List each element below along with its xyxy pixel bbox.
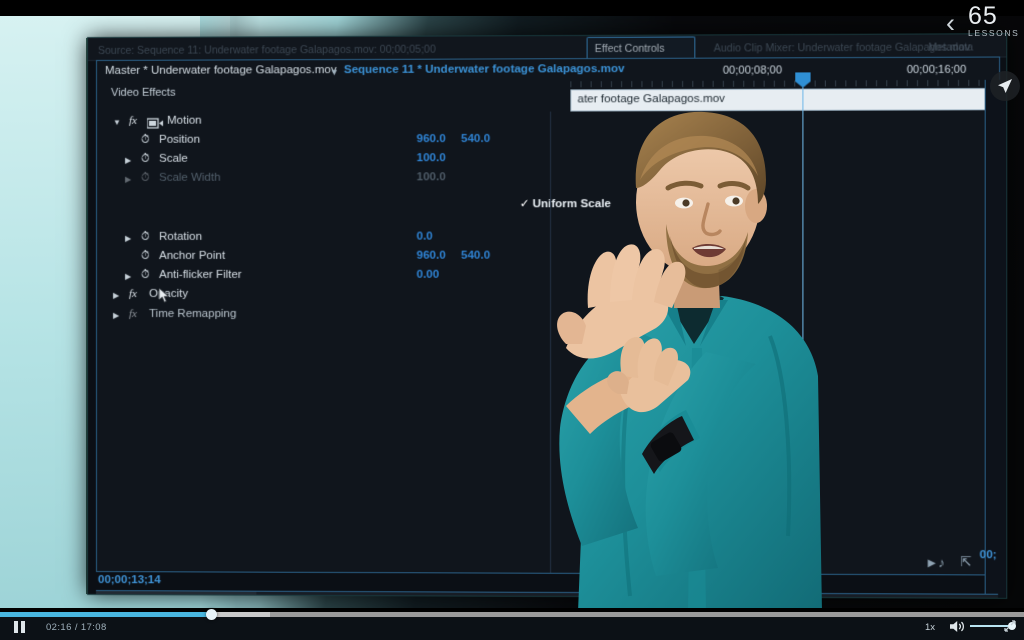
row-label: Position [159, 133, 201, 146]
fullscreen-button[interactable] [1004, 620, 1016, 635]
stopwatch-icon[interactable]: ⏱ [141, 250, 150, 263]
playback-speed-button[interactable]: 1x [925, 622, 935, 633]
right-timeline-strip [984, 79, 1007, 597]
lessons-badge[interactable]: ‹ 65 LESSONS [946, 2, 1018, 44]
thumb [557, 311, 586, 344]
lessons-count: 65 [968, 2, 998, 30]
disclosure-triangle-icon: ▶ [125, 174, 132, 184]
value[interactable]: 100.0 [417, 152, 446, 164]
time-display: 02:16 / 17:08 [46, 622, 107, 633]
value[interactable]: 0.00 [417, 269, 440, 281]
value-x[interactable]: 960.0 [417, 133, 446, 145]
volume-icon[interactable] [950, 620, 965, 636]
disclosure-triangle-icon[interactable]: ▼ [113, 118, 121, 127]
row-label: Anchor Point [159, 249, 226, 262]
disclosure-triangle-icon[interactable]: ▶ [113, 291, 119, 300]
player-controls: 02:16 / 17:08 1x [0, 609, 1024, 640]
progress-bar[interactable] [0, 609, 1024, 620]
disclosure-triangle-icon[interactable]: ▶ [125, 272, 131, 281]
mouse-cursor-icon [158, 286, 171, 304]
disclosure-triangle-icon[interactable]: ▶ [113, 311, 119, 320]
stopwatch-icon[interactable]: ⏱ [141, 269, 150, 282]
chevron-left-icon: ‹ [946, 8, 955, 38]
lessons-label: LESSONS [968, 28, 1020, 38]
letterbox-top [0, 0, 1024, 16]
presenter [470, 76, 830, 612]
share-icon[interactable] [990, 71, 1020, 101]
motion-transform-icon [146, 116, 163, 129]
video-frame: Source: Sequence 11: Underwater footage … [0, 16, 1024, 612]
master-clip-label[interactable]: Master * Underwater footage Galapagos.mo… [105, 64, 337, 77]
row-label: Motion [167, 114, 202, 127]
right-edge-timecode: 00; [979, 549, 997, 562]
lesson-video-player: Source: Sequence 11: Underwater footage … [0, 0, 1024, 640]
disclosure-triangle-icon[interactable]: ▶ [125, 234, 131, 243]
row-label: Scale [159, 152, 188, 165]
panel-timecode[interactable]: 00;00;13;14 [98, 574, 161, 586]
fx-icon: fx [129, 307, 137, 321]
tab-source[interactable]: Source: Sequence 11: Underwater footage … [98, 36, 582, 60]
timeline-tick-label: 00;00;08;00 [722, 64, 783, 77]
timeline-tick-label: 00;00;16;00 [906, 63, 967, 77]
row-label: Time Remapping [149, 307, 237, 321]
stopwatch-icon[interactable]: ⏱ [141, 153, 150, 166]
progress-handle[interactable] [206, 609, 217, 620]
chevron-down-icon[interactable]: ▼ [330, 67, 339, 77]
stopwatch-icon[interactable]: ⏱ [141, 231, 150, 244]
disclosure-triangle-icon[interactable]: ▶ [125, 156, 131, 165]
audio-waveform-icon[interactable]: ►♪ [925, 555, 945, 570]
value-x[interactable]: 960.0 [417, 250, 446, 262]
stopwatch-icon[interactable]: ⏱ [141, 134, 150, 147]
pause-button[interactable] [14, 621, 25, 633]
export-frame-icon[interactable]: ⇱ [960, 554, 971, 570]
value[interactable]: 0.0 [417, 231, 433, 243]
video-effects-section-label: Video Effects [111, 86, 176, 99]
row-label: Rotation [159, 230, 203, 243]
progress-played [0, 612, 212, 617]
row-label: Scale Width [159, 171, 221, 184]
row-label: Anti-flicker Filter [159, 268, 242, 281]
tab-effect-controls[interactable]: Effect Controls [595, 36, 665, 58]
fx-icon: fx [129, 114, 137, 127]
fx-icon: fx [129, 287, 137, 300]
value: 100.0 [416, 171, 446, 184]
stopwatch-icon: ⏱ [141, 171, 150, 184]
